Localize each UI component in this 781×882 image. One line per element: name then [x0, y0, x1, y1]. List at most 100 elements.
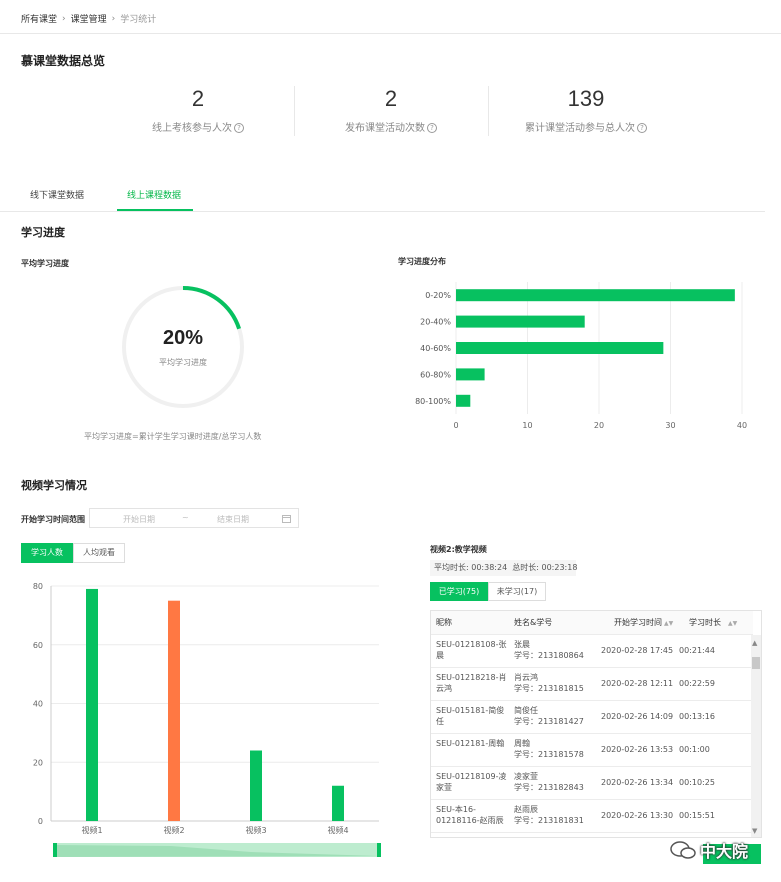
student-id: 学号：213182843	[514, 783, 584, 792]
tab-online-data[interactable]: 线上课程数据	[127, 188, 181, 201]
y-tick-label: 60	[33, 641, 43, 650]
zoom-handle-left	[53, 843, 57, 857]
y-tick-label: 80	[33, 582, 43, 591]
duration: 00:1:00	[679, 745, 710, 754]
table-scrollbar[interactable]: ▲ ▼	[751, 635, 761, 837]
end-date-input[interactable]: 结束日期	[217, 514, 249, 525]
start-date-input[interactable]: 开始日期	[123, 514, 155, 525]
help-icon[interactable]: ?	[427, 123, 437, 133]
sort-icon[interactable]: ▲▼	[664, 618, 673, 629]
duration: 00:22:59	[679, 679, 715, 688]
stat-label: 累计课堂活动参与总人次?	[488, 119, 684, 134]
stat-card: 2 线上考核参与人次?	[100, 86, 296, 134]
bar	[456, 368, 485, 381]
table-row[interactable]: SEU-本16- 01218116-赵雨辰 赵雨辰 学号：213181831 2020-…	[431, 800, 753, 833]
column-header-name-id: 姓名&学号	[514, 618, 553, 627]
stat-label-text: 发布课堂活动次数	[345, 123, 425, 134]
divider	[0, 33, 781, 34]
duration: 00:21:44	[679, 646, 715, 655]
stat-label-text: 线上考核参与人次	[152, 123, 232, 134]
duration: 00:15:51	[679, 811, 715, 820]
start-time: 2020-02-26 13:30	[601, 811, 674, 820]
tab-active-indicator	[117, 209, 193, 211]
progress-title: 学习进度	[21, 226, 65, 239]
table-row[interactable]: SEU-01218108-张晨 张晨 学号：213180864 2020-02-28 …	[431, 635, 753, 668]
table-header: 昵称 姓名&学号 开始学习时间 ▲▼ 学习时长 ▲▼	[431, 611, 753, 635]
bar	[86, 588, 98, 821]
bar	[168, 600, 180, 821]
stat-label: 发布课堂活动次数?	[294, 119, 488, 134]
table-row[interactable]: SEU-01218218-肖 云鸿 肖云鸿 学号：213181815 2020-02-2…	[431, 668, 753, 701]
calendar-icon[interactable]	[282, 514, 291, 523]
avg-progress-value: 20%	[162, 327, 204, 349]
x-tick-label: 视频4	[327, 825, 348, 835]
help-icon[interactable]: ?	[234, 123, 244, 133]
y-tick-label: 60-80%	[420, 370, 451, 379]
y-tick-label: 40	[33, 700, 43, 709]
tab-offline-data[interactable]: 线下课堂数据	[30, 188, 84, 201]
learners-table: 昵称 姓名&学号 开始学习时间 ▲▼ 学习时长 ▲▼ SEU-01218108-…	[430, 610, 762, 838]
stat-value: 2	[384, 86, 398, 111]
student-name: 凌家萱	[514, 772, 538, 781]
scroll-thumb[interactable]	[752, 657, 760, 669]
stat-label-text: 累计课堂活动参与总人次	[525, 123, 635, 134]
total-duration: 总时长: 00:23:18	[512, 563, 578, 572]
nickname-line1: SEU-01218108-张	[436, 640, 507, 649]
student-id: 学号：213181815	[514, 684, 584, 693]
dist-title: 学习进度分布	[398, 257, 446, 266]
x-tick-label: 30	[665, 421, 675, 430]
table-row[interactable]: SEU-015181-简俊任 简俊任 学号：213181427 2020-02-26 …	[431, 701, 753, 734]
breadcrumb: 所有课堂 › 课堂管理 › 学习统计	[21, 12, 156, 26]
x-tick-label: 视频2	[163, 825, 184, 835]
avg-progress-title: 平均学习进度	[21, 259, 69, 268]
bar	[332, 785, 344, 821]
y-tick-label: 80-100%	[415, 397, 451, 406]
video-learners-chart: 0 20 40 60 80 视频1 视频2 视频3 视频4	[33, 582, 381, 857]
nickname-line2: 家萱	[436, 783, 452, 792]
start-time: 2020-02-26 14:09	[601, 712, 674, 721]
column-header-start-time[interactable]: 开始学习时间	[614, 617, 662, 628]
y-tick-label: 20-40%	[420, 318, 451, 327]
scroll-down-icon[interactable]: ▼	[752, 827, 757, 835]
student-id: 学号：213181427	[514, 717, 584, 726]
zoom-handle-right	[377, 843, 381, 857]
bar	[250, 750, 262, 821]
student-id: 学号：213181831	[514, 816, 584, 825]
nickname-line2: 任	[436, 717, 444, 726]
bar	[456, 394, 471, 407]
nickname-line2: 晨	[436, 651, 444, 660]
sort-icon[interactable]: ▲▼	[728, 618, 737, 629]
start-time: 2020-02-26 13:34	[601, 778, 674, 787]
range-separator: ~	[182, 513, 189, 522]
student-name: 简俊任	[514, 706, 538, 715]
stat-card: 2 发布课堂活动次数?	[294, 86, 488, 134]
table-row[interactable]: SEU-012181-周翰 周翰 学号：213181578 2020-02-26 13…	[431, 734, 753, 767]
breadcrumb-item[interactable]: 课堂管理	[71, 12, 107, 25]
column-header-duration[interactable]: 学习时长	[689, 617, 721, 628]
x-tick-label: 40	[737, 421, 747, 430]
help-icon[interactable]: ?	[637, 123, 647, 133]
stat-label: 线上考核参与人次?	[100, 119, 296, 134]
nickname-line1: SEU-本16-	[436, 805, 476, 814]
scroll-up-icon[interactable]: ▲	[752, 639, 757, 647]
watermark	[670, 840, 696, 860]
avg-views-button[interactable]: 人均观看	[73, 543, 125, 563]
tab-unlearned[interactable]: 未学习(17)	[488, 582, 546, 601]
learners-count-button[interactable]: 学习人数	[21, 543, 73, 563]
x-tick-label: 视频3	[245, 825, 266, 835]
avg-duration: 平均时长: 00:38:24	[434, 563, 508, 572]
y-tick-label: 0	[38, 817, 43, 826]
date-range-picker[interactable]: 开始日期 ~ 结束日期	[89, 508, 299, 528]
start-time: 2020-02-28 12:11	[601, 679, 674, 688]
bar	[456, 342, 664, 354]
tab-learned[interactable]: 已学习(75)	[430, 582, 488, 601]
ring-progress-arc	[182, 286, 242, 330]
table-row[interactable]: SEU-01218109-凌 家萱 凌家萱 学号：213182843 2020-02-2…	[431, 767, 753, 800]
start-time: 2020-02-28 17:45	[601, 646, 674, 655]
breadcrumb-item[interactable]: 所有课堂	[21, 12, 57, 25]
wechat-icon	[670, 841, 696, 859]
y-tick-label: 0-20%	[425, 291, 451, 300]
nickname-line2: 01218116-赵雨辰	[436, 816, 504, 825]
column-header-nickname: 昵称	[436, 618, 452, 627]
nickname-line1: SEU-01218218-肖	[436, 673, 507, 682]
